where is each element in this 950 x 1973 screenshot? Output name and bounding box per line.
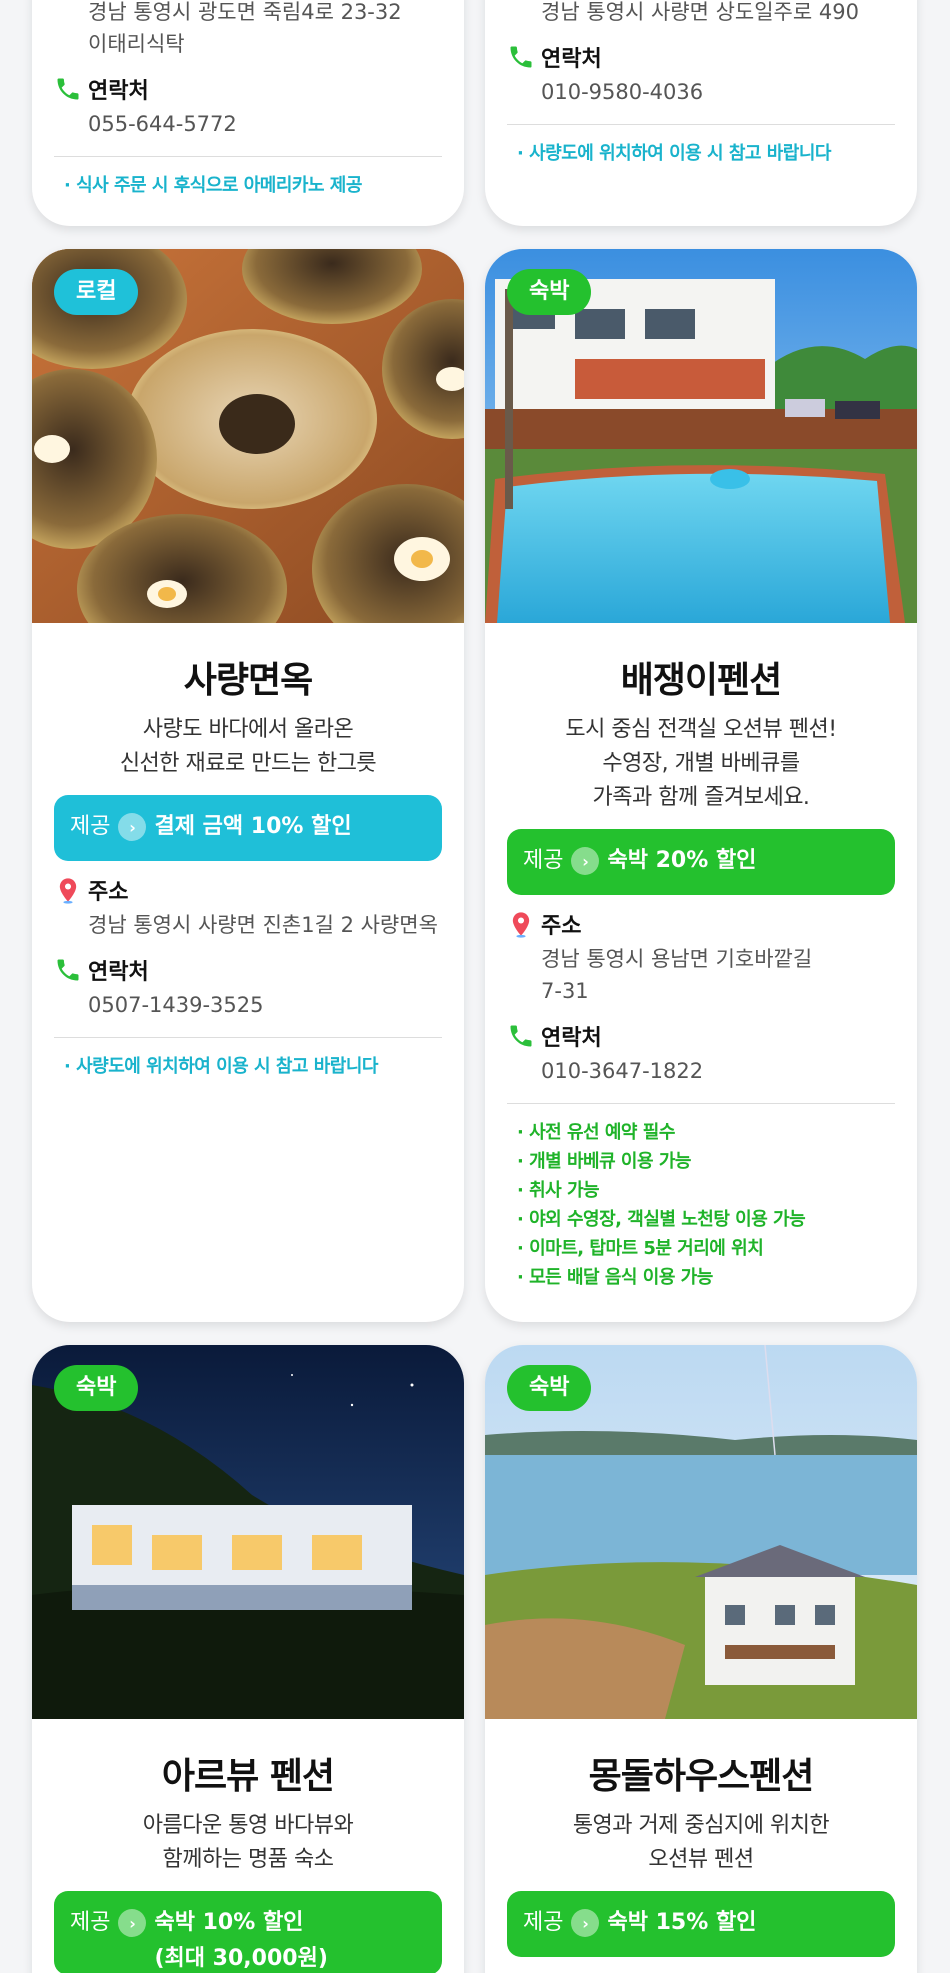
location-pin-icon [59,878,77,904]
chevron-right-icon: › [571,1909,600,1937]
offer-provide-label: 제공 [523,848,564,873]
food-photo: 로컬 [32,249,464,623]
note-item: · 취사 가능 [517,1180,600,1201]
pension-card-mongdol[interactable]: 숙박 몽돌하우스펜션 통영과 거제 중심지에 위치한 오션뷰 펜션 제공 › 숙… [485,1345,917,1973]
place-title: 배쟁이펜션 [620,660,783,701]
address-value: 경남 통영시 사량면 진촌1길 2 사량면옥 [88,913,438,937]
category-badge: 숙박 [507,269,592,315]
note-item: · 사량도에 위치하여 이용 시 참고 바랍니다 [517,143,831,164]
note-item: · 식사 주문 시 후식으로 아메리카노 제공 [64,175,362,196]
place-title: 몽돌하우스펜션 [588,1756,815,1797]
chevron-right-icon: › [118,1909,147,1937]
offer-benefit: 결제 금액 10% 할인 [154,814,352,839]
place-title: 사량면옥 [183,660,313,701]
place-description: 아름다운 통영 바다뷰와 함께하는 명품 숙소 [142,1813,354,1872]
category-badge: 숙박 [54,1365,139,1411]
contact-value[interactable]: 0507-1439-3525 [54,989,442,1021]
address-value: 경남 통영시 광도면 죽림4로 23-32 이태리식탁 [88,0,402,56]
divider [507,1103,895,1104]
restaurant-card-saryang-myeonok[interactable]: 로컬 사량면옥 사량도 바다에서 올라온 신선한 재료로 만드는 한그릇 제공 … [32,249,464,1322]
offer-banner: 제공 › 숙박 15% 할인 [507,1891,895,1957]
place-description: 사량도 바다에서 올라온 신선한 재료로 만드는 한그릇 [119,717,377,776]
phone-icon [510,1025,532,1047]
offer-banner: 제공 › 숙박 20% 할인 [507,829,895,895]
pension-photo: 숙박 [485,1345,917,1719]
place-description: 도시 중심 전객실 오션뷰 펜션! 수영장, 개별 바베큐를 가족과 함께 즐겨… [565,717,837,810]
address-label: 주소 [54,875,442,905]
category-badge: 로컬 [54,269,139,315]
divider [507,124,895,125]
contact-label: 연락처 [54,955,442,985]
pension-card-baejaengi[interactable]: 숙박 배쟁이펜션 도시 중심 전객실 오션뷰 펜션! 수영장, 개별 바베큐를 … [485,249,917,1322]
offer-provide-label: 제공 [70,814,111,839]
note-item: · 사전 유선 예약 필수 [517,1122,675,1143]
contact-label: 연락처 [54,74,442,104]
pension-photo: 숙박 [485,249,917,623]
place-title: 아르뷰 펜션 [161,1756,335,1797]
address-label: 주소 [507,909,895,939]
phone-icon [57,78,79,100]
phone-icon [57,959,79,981]
note-item: · 야외 수영장, 객실별 노천탕 이용 가능 [517,1209,806,1230]
contact-label: 연락처 [507,42,895,72]
offer-banner: 제공 › 결제 금액 10% 할인 [54,795,442,861]
offer-benefit: 숙박 10% 할인 (최대 30,000원) [154,1910,328,1971]
offer-provide-label: 제공 [70,1910,111,1935]
divider [54,156,442,157]
chevron-right-icon: › [571,847,600,875]
pension-photo: 숙박 [32,1345,464,1719]
note-item: · 사량도에 위치하여 이용 시 참고 바랍니다 [64,1056,378,1077]
note-item: · 개별 바베큐 이용 가능 [517,1151,691,1172]
location-pin-icon [512,912,530,938]
category-badge: 숙박 [507,1365,592,1411]
restaurant-card-saryang: 경남 통영시 사량면 상도일주로 490 연락처 010-9580-4036 ·… [485,0,917,226]
offer-benefit: 숙박 15% 할인 [607,1910,757,1935]
phone-icon [510,46,532,68]
contact-value: 010-9580-4036 [541,80,704,104]
offer-provide-label: 제공 [523,1910,564,1935]
note-item: · 이마트, 탑마트 5분 거리에 위치 [517,1238,764,1259]
address-value: 경남 통영시 사량면 상도일주로 490 [541,0,859,24]
address-value: 경남 통영시 용남면 기호바깥길 7-31 [541,947,813,1003]
contact-value: 055-644-5772 [88,112,237,136]
pension-card-arview[interactable]: 숙박 아르뷰 펜션 아름다운 통영 바다뷰와 함께하는 명품 숙소 제공 › 숙… [32,1345,464,1973]
chevron-right-icon: › [118,813,147,841]
place-description: 통영과 거제 중심지에 위치한 오션뷰 펜션 [572,1813,830,1872]
offer-banner: 제공 › 숙박 10% 할인 (최대 30,000원) [54,1891,442,1973]
contact-label: 연락처 [507,1021,895,1051]
restaurant-card-italian: 경남 통영시 광도면 죽림4로 23-32 이태리식탁 연락처 055-644-… [32,0,464,226]
contact-value[interactable]: 010-3647-1822 [507,1055,895,1087]
note-item: · 모든 배달 음식 이용 가능 [517,1267,713,1288]
divider [54,1037,442,1038]
offer-benefit: 숙박 20% 할인 [607,848,757,873]
